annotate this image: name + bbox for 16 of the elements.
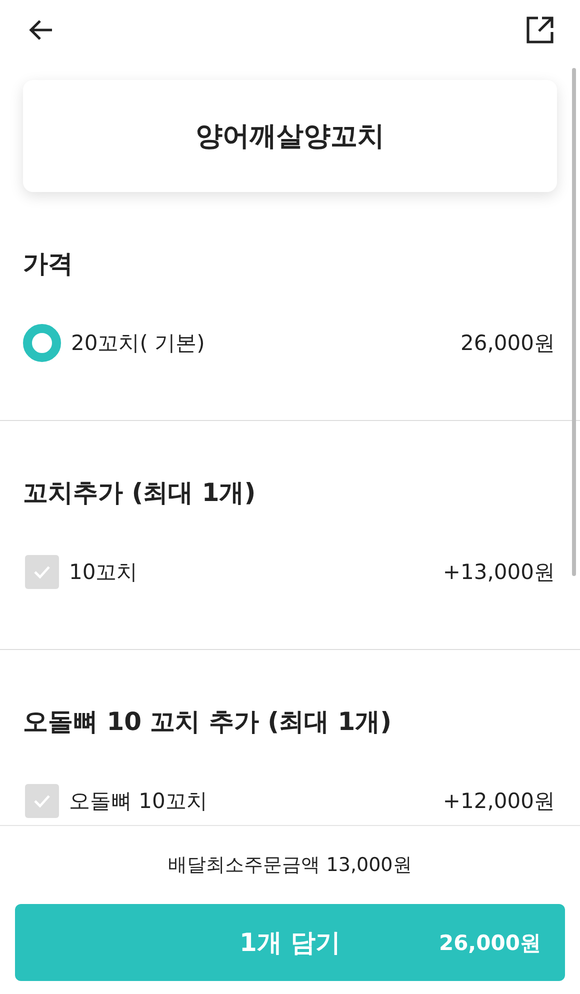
radio-button[interactable] bbox=[23, 324, 61, 362]
minimum-order-text: 배달최소주문금액 13,000원 bbox=[168, 853, 412, 877]
option-price: +13,000원 bbox=[442, 559, 555, 586]
option-price: 26,000원 bbox=[460, 330, 555, 357]
checkbox[interactable] bbox=[25, 784, 59, 818]
menu-title: 양어깨살양꼬치 bbox=[196, 120, 384, 154]
section-title: 꼬치추가 (최대 1개) bbox=[23, 477, 257, 509]
option-label: 10꼬치 bbox=[69, 559, 139, 586]
option-label: 20꼬치( 기본) bbox=[71, 330, 206, 357]
checkbox[interactable] bbox=[25, 555, 59, 589]
add-to-cart-button[interactable]: 1개 담기 26,000원 bbox=[15, 904, 565, 981]
section-title: 가격 bbox=[23, 248, 74, 280]
option-label: 오돌뼈 10꼬치 bbox=[69, 788, 208, 815]
option-price: +12,000원 bbox=[442, 788, 555, 815]
share-icon[interactable] bbox=[526, 16, 554, 44]
section-title: 오돌뼈 10 꼬치 추가 (최대 1개) bbox=[23, 706, 393, 738]
